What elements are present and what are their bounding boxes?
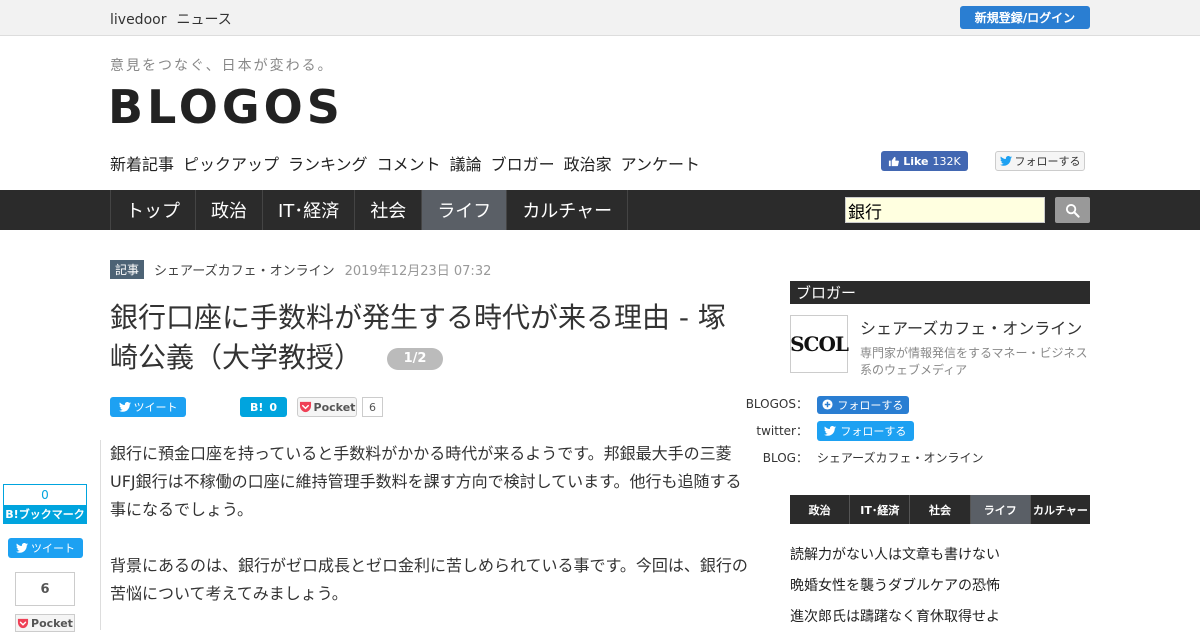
share-buttons: ツイート B! 0 Pocket 6	[110, 397, 410, 417]
twitter-follow-row: twitter： フォローする	[740, 421, 914, 441]
sidebar-twitter-follow-button[interactable]: フォローする	[816, 421, 914, 441]
subnav-blogger[interactable]: ブロガー	[491, 151, 555, 175]
hatena-count: 0	[269, 400, 278, 414]
brand-news: ニュース	[176, 12, 232, 28]
site-tagline: 意見をつなぐ、日本が変わる。	[110, 58, 334, 74]
blog-label: BLOG：	[762, 451, 808, 465]
sidebar-article-list: 読解力がない人は文章も書けない 晩婚女性を襲うダブルケアの恐怖 進次郎氏は躊躇な…	[790, 540, 1090, 633]
search-input[interactable]	[845, 197, 1045, 223]
sidebar-tab-politics[interactable]: 政治	[790, 495, 851, 524]
subnav-ranking[interactable]: ランキング	[288, 151, 368, 175]
blog-link[interactable]: シェアーズカフェ・オンライン	[817, 451, 984, 465]
blogos-logo[interactable]: BLOGOS	[108, 80, 344, 134]
nav-tab-politics[interactable]: 政治	[195, 190, 262, 230]
brand-livedoor: livedoor	[110, 12, 167, 28]
blogger-avatar[interactable]: SCOL	[790, 315, 849, 373]
twitter-bird-icon	[999, 156, 1012, 166]
article-source[interactable]: シェアーズカフェ・オンライン	[154, 260, 335, 279]
blogger-description: 専門家が情報発信をするマネー・ビジネス系のウェブメディア	[860, 346, 1088, 377]
floating-share-bar: 0 B!ブックマーク ツイート 6 Pocket	[3, 484, 87, 632]
facebook-like-button[interactable]: Like 132K	[881, 151, 968, 171]
article-body: 銀行に預金口座を持っていると手数料がかかる時代が来るようです。邦銀最大手の三菱U…	[110, 440, 755, 608]
article-title: 銀行口座に手数料が発生する時代が来る理由 - 塚崎公義（大学教授） 1/2	[110, 298, 750, 378]
tweet-button[interactable]: ツイート	[110, 397, 186, 417]
blog-link-row: BLOG： シェアーズカフェ・オンライン	[760, 449, 984, 466]
subnav-politician[interactable]: 政治家	[564, 151, 612, 175]
floating-pocket-button[interactable]: Pocket	[15, 614, 75, 632]
sidebar-twitter-follow-text: フォローする	[840, 425, 907, 438]
floating-bookmark-count: 0	[41, 488, 49, 502]
top-bar: livedoor ニュース 新規登録/ログイン	[0, 0, 1200, 36]
register-login-button[interactable]: 新規登録/ログイン	[960, 6, 1090, 29]
hatena-b-icon: B!	[249, 400, 264, 414]
article-meta: 記事 シェアーズカフェ・オンライン 2019年12月23日 07:32	[110, 260, 491, 279]
article-date: 2019年12月23日 07:32	[344, 264, 492, 279]
sidebar-category-tabs: 政治 IT･経済 社会 ライフ カルチャー	[790, 495, 1090, 524]
livedoor-brand[interactable]: livedoor ニュース	[110, 9, 232, 29]
list-item[interactable]: 読解力がない人は文章も書けない	[790, 540, 1090, 571]
floating-bookmark-label: B!ブックマーク	[4, 505, 86, 523]
blogos-follow-label: BLOGOS：	[745, 397, 808, 411]
subnav-comment[interactable]: コメント	[377, 151, 441, 175]
floating-tweet-button[interactable]: ツイート	[8, 538, 83, 558]
fb-like-label: Like	[903, 154, 929, 168]
floating-pocket-count: 6	[15, 572, 75, 606]
blogos-follow-row: BLOGOS： フォローする	[743, 395, 909, 414]
pocket-count: 6	[362, 397, 383, 417]
pocket-button[interactable]: Pocket	[297, 397, 357, 417]
content-divider	[100, 440, 101, 630]
floating-hatena-bookmark[interactable]: 0 B!ブックマーク	[3, 484, 87, 524]
subnav-discussion[interactable]: 議論	[450, 151, 482, 175]
pocket-label: Pocket	[313, 400, 356, 414]
sidebar-blogger-heading: ブロガー	[790, 281, 1090, 304]
floating-tweet-label: ツイート	[31, 542, 75, 555]
sub-navigation: 新着記事 ピックアップ ランキング コメント 議論 ブロガー 政治家 アンケート	[110, 151, 700, 175]
sidebar-tab-life[interactable]: ライフ	[970, 495, 1031, 524]
blogger-name[interactable]: シェアーズカフェ・オンライン	[860, 315, 1082, 339]
article-paragraph: 銀行に預金口座を持っていると手数料がかかる時代が来るようです。邦銀最大手の三菱U…	[110, 444, 742, 519]
nav-tab-it-economy[interactable]: IT･経済	[262, 190, 354, 230]
tw-follow-label: フォローする	[1014, 155, 1081, 168]
twitter-bird-icon	[824, 426, 837, 436]
hatena-bookmark-button[interactable]: B! 0	[240, 397, 287, 417]
thumbs-up-icon	[889, 156, 900, 166]
blogos-follow-button[interactable]: フォローする	[816, 395, 909, 414]
nav-tab-society[interactable]: 社会	[354, 190, 421, 230]
nav-tab-culture[interactable]: カルチャー	[506, 190, 629, 230]
twitter-bird-icon	[16, 543, 28, 553]
sidebar-tab-culture[interactable]: カルチャー	[1031, 495, 1090, 524]
subnav-new-articles[interactable]: 新着記事	[110, 151, 174, 175]
pocket-icon	[299, 401, 311, 413]
sidebar-tab-it-economy[interactable]: IT･経済	[850, 495, 911, 524]
page-indicator[interactable]: 1/2	[387, 348, 444, 370]
list-item[interactable]: 進次郎氏は躊躇なく育休取得せよ	[790, 602, 1090, 633]
search-icon	[1065, 203, 1080, 218]
list-item[interactable]: 晩婚女性を襲うダブルケアの恐怖	[790, 571, 1090, 602]
twitter-follow-button[interactable]: フォローする	[995, 151, 1085, 171]
twitter-follow-label: twitter：	[756, 423, 808, 438]
article-paragraph: 背景にあるのは、銀行がゼロ成長とゼロ金利に苦しめられている事です。今回は、銀行の…	[110, 556, 748, 603]
pocket-icon	[17, 618, 29, 628]
article-type-badge: 記事	[110, 260, 145, 279]
nav-tab-life[interactable]: ライフ	[421, 190, 507, 230]
subnav-pickup[interactable]: ピックアップ	[183, 151, 279, 175]
twitter-bird-icon	[118, 402, 131, 412]
subnav-survey[interactable]: アンケート	[621, 151, 700, 175]
nav-tab-top[interactable]: トップ	[110, 190, 195, 230]
sidebar-tab-society[interactable]: 社会	[910, 495, 971, 524]
tweet-label: ツイート	[133, 401, 178, 414]
blogos-follow-text: フォローする	[837, 398, 904, 412]
plus-circle-icon	[822, 399, 833, 410]
floating-pocket-label: Pocket	[31, 616, 73, 630]
fb-like-count: 132K	[932, 154, 961, 168]
search-button[interactable]	[1055, 197, 1090, 223]
